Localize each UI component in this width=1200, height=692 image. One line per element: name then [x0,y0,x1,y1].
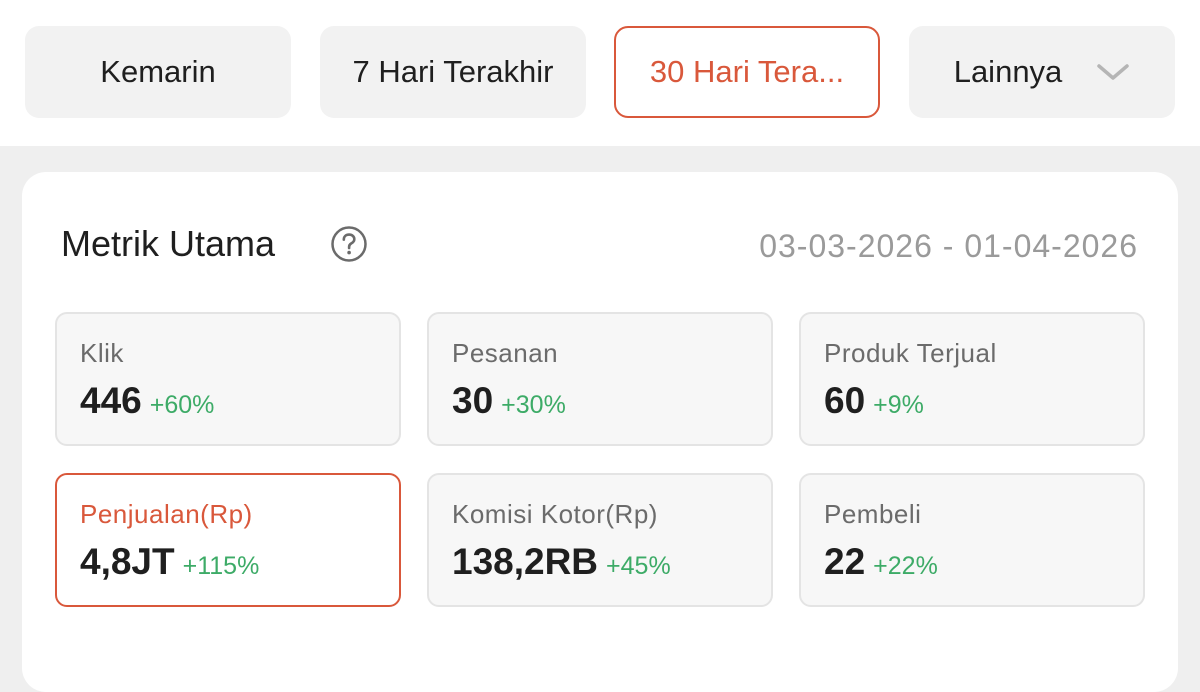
metric-label: Pesanan [452,338,559,368]
metric-card-products-sold[interactable]: Produk Terjual 60 +9% [799,312,1145,446]
metric-value-row: 60 +9% [824,380,924,422]
metric-label: Penjualan(Rp) [80,499,253,529]
metric-change: +30% [501,391,566,419]
filter-last-30-days-button[interactable]: 30 Hari Tera... [614,26,880,118]
metric-value-row: 138,2RB +45% [452,541,671,583]
metric-card-sales[interactable]: Penjualan(Rp) 4,8JT +115% [55,473,401,607]
metric-value: 60 [824,380,866,421]
metric-change: +45% [606,552,671,580]
metric-label: Pembeli [824,499,922,529]
metric-change: +115% [182,552,260,580]
metric-card-orders[interactable]: Pesanan 30 +30% [427,312,773,446]
metric-value: 30 [452,380,494,421]
metric-value-row: 446 +60% [80,380,214,422]
metric-change: +22% [873,552,938,580]
filter-yesterday-label: Kemarin [100,54,216,89]
question-circle-icon[interactable] [330,225,368,263]
date-filter-bar: Kemarin 7 Hari Terakhir 30 Hari Tera... … [0,0,1200,146]
metric-label: Produk Terjual [824,338,997,368]
filter-more-label: Lainnya [953,54,1063,89]
metric-value: 138,2RB [452,541,599,582]
metric-value-row: 30 +30% [452,380,566,422]
metric-card-gross-commission[interactable]: Komisi Kotor(Rp) 138,2RB +45% [427,473,773,607]
metric-value-row: 4,8JT +115% [80,541,259,583]
filter-last-7-days-label: 7 Hari Terakhir [352,54,554,89]
chevron-down-icon [1097,64,1130,80]
metric-change: +60% [149,391,215,419]
metric-label: Klik [80,338,124,368]
metric-card-buyers[interactable]: Pembeli 22 +22% [799,473,1145,607]
metric-value: 4,8JT [80,541,175,582]
filter-last-30-days-label: 30 Hari Tera... [649,54,845,89]
metric-card-clicks[interactable]: Klik 446 +60% [55,312,401,446]
metric-label: Komisi Kotor(Rp) [452,499,658,529]
metric-change: +9% [873,391,924,419]
metric-value: 446 [80,380,142,421]
filter-last-7-days-button[interactable]: 7 Hari Terakhir [320,26,586,118]
filter-yesterday-button[interactable]: Kemarin [25,26,291,118]
card-title: Metrik Utama [61,223,276,264]
filter-more-dropdown[interactable]: Lainnya [909,26,1175,118]
metric-value-row: 22 +22% [824,541,938,583]
key-metrics-card: Metrik Utama 03-03-2026 - 01-04-2026 Kli… [22,172,1178,692]
metric-value: 22 [824,541,866,582]
date-range: 03-03-2026 - 01-04-2026 [759,228,1138,264]
